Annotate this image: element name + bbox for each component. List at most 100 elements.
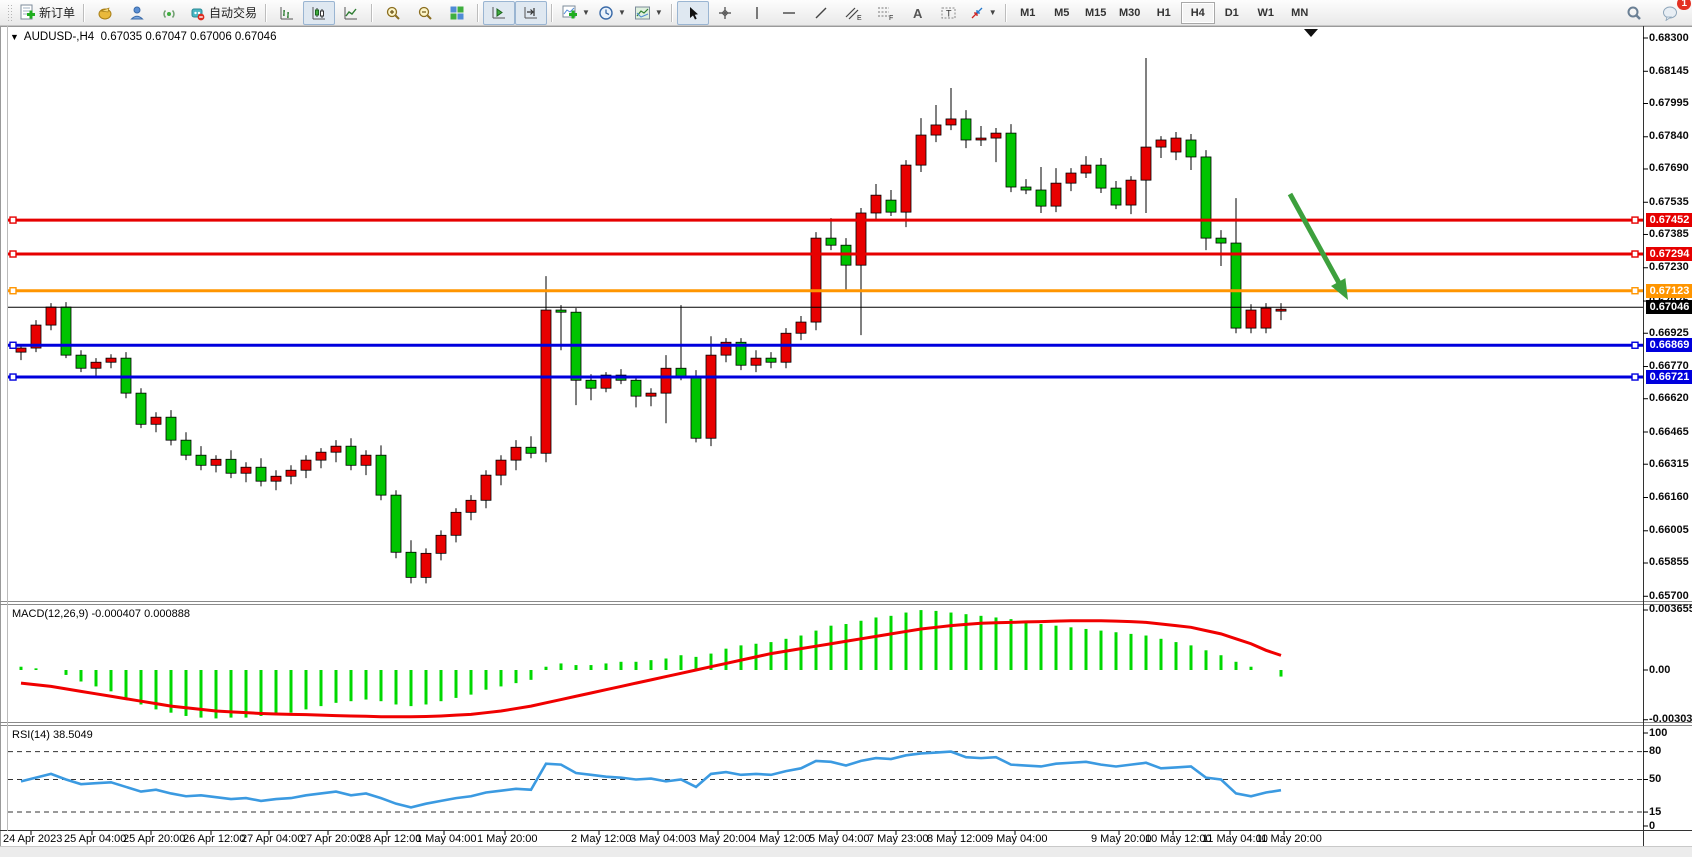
hline-price-badge[interactable]: 0.67123 (1646, 284, 1692, 298)
price-axis-tick: 0.67690 (1649, 162, 1689, 175)
price-axis-tick: 0.67385 (1649, 228, 1689, 241)
trendline-button[interactable] (805, 1, 837, 25)
collapse-triangle-icon[interactable]: ▼ (10, 32, 19, 42)
time-axis-label: 1 May 20:00 (477, 833, 538, 845)
price-axis-tick: 0.66160 (1649, 491, 1689, 504)
timeframe-m1[interactable]: M1 (1011, 2, 1045, 24)
timeframe-mn[interactable]: MN (1283, 2, 1317, 24)
time-axis-label: 3 May 04:00 (630, 833, 691, 845)
arrows-button[interactable]: ▼ (965, 1, 1001, 25)
time-axis-label: 9 May 20:00 (1091, 833, 1152, 845)
macd-axis-tick: 0.003655 (1649, 603, 1692, 616)
gold-badge-button[interactable] (89, 1, 121, 25)
current-price-badge: 0.67046 (1646, 300, 1692, 314)
rsi-axis-tick: 100 (1649, 727, 1667, 740)
line-chart-button[interactable] (335, 1, 367, 25)
new-order-button[interactable]: 新订单 (15, 1, 79, 25)
price-axis-tick: 0.68145 (1649, 65, 1689, 78)
rsi-label: RSI(14) 38.5049 (12, 729, 93, 741)
tile-windows-button[interactable] (441, 1, 473, 25)
chart-canvas[interactable] (0, 26, 1692, 846)
rsi-axis-tick: 15 (1649, 806, 1661, 819)
chevron-down-icon[interactable]: ▼ (655, 8, 663, 17)
svg-text:A: A (913, 6, 923, 21)
fibonacci-button[interactable]: F (869, 1, 901, 25)
price-axis-tick: 0.66005 (1649, 524, 1689, 537)
timeframe-m15[interactable]: M15 (1079, 2, 1113, 24)
notifications-button[interactable]: 1 (1654, 1, 1686, 25)
timeframe-m30[interactable]: M30 (1113, 2, 1147, 24)
time-axis-label: 7 May 23:00 (868, 833, 929, 845)
hline-price-badge[interactable]: 0.66869 (1646, 338, 1692, 352)
toolbar-right: 1 (1618, 1, 1686, 25)
text-button[interactable]: A (901, 1, 933, 25)
mt-terminal: 新订单 自动交易 ▼ ▼ ▼ E F A T ▼ M1M5M15M30H1H4D1W1MN 1 ▼… (0, 0, 1692, 857)
price-axis-tick: 0.67535 (1649, 196, 1689, 209)
toolbar-separator (551, 4, 553, 22)
new-order-button-label: 新订单 (39, 4, 75, 21)
time-axis-label: 27 Apr 20:00 (300, 833, 362, 845)
toolbar-buttons: 新订单 自动交易 ▼ ▼ ▼ E F A T ▼ (15, 1, 1011, 25)
time-axis-label: 26 Apr 12:00 (183, 833, 245, 845)
toolbar-separator (1005, 4, 1007, 22)
price-axis-tick: 0.67840 (1649, 130, 1689, 143)
zoom-in-button[interactable] (377, 1, 409, 25)
price-axis-tick: 0.66620 (1649, 392, 1689, 405)
time-axis-label: 1 May 04:00 (416, 833, 477, 845)
notification-badge: 1 (1677, 0, 1691, 10)
rsi-axis-tick: 0 (1649, 820, 1655, 833)
chevron-down-icon[interactable]: ▼ (989, 8, 997, 17)
indicators-button[interactable]: ▼ (557, 1, 594, 25)
timeframe-m5[interactable]: M5 (1045, 2, 1079, 24)
symbol-period: AUDUSD-,H4 (24, 31, 94, 43)
crosshair-button[interactable] (709, 1, 741, 25)
templates-button[interactable]: ▼ (630, 1, 667, 25)
rsi-value: 38.5049 (53, 729, 93, 741)
broadcast-button[interactable] (153, 1, 185, 25)
svg-text:F: F (889, 15, 893, 21)
cursor-button[interactable] (677, 1, 709, 25)
time-axis-label: 8 May 12:00 (927, 833, 988, 845)
community-button[interactable] (121, 1, 153, 25)
zoom-out-button[interactable] (409, 1, 441, 25)
timeframe-w1[interactable]: W1 (1249, 2, 1283, 24)
bar-chart-button[interactable] (271, 1, 303, 25)
chevron-down-icon[interactable]: ▼ (582, 8, 590, 17)
timeframe-toolbar: M1M5M15M30H1H4D1W1MN (1011, 2, 1317, 24)
algo-trading-button[interactable]: 自动交易 (185, 1, 261, 25)
toolbar-separator (477, 4, 479, 22)
timeframe-h4[interactable]: H4 (1181, 2, 1215, 24)
chart-title: ▼AUDUSD-,H4 0.67035 0.67047 0.67006 0.67… (10, 31, 276, 43)
window-bottom-edge (0, 846, 1692, 857)
candlestick-button[interactable] (303, 1, 335, 25)
price-axis-tick: 0.68300 (1649, 32, 1689, 45)
channel-button[interactable]: E (837, 1, 869, 25)
periods-button[interactable]: ▼ (594, 1, 630, 25)
price-axis-tick: 0.65700 (1649, 590, 1689, 603)
label-button[interactable]: T (933, 1, 965, 25)
time-axis-label: 28 Apr 12:00 (359, 833, 421, 845)
auto-scroll-button[interactable] (483, 1, 515, 25)
timeframe-d1[interactable]: D1 (1215, 2, 1249, 24)
chart-shift-button[interactable] (515, 1, 547, 25)
svg-text:T: T (946, 8, 952, 18)
algo-trading-button-label: 自动交易 (209, 4, 257, 21)
timeframe-h1[interactable]: H1 (1147, 2, 1181, 24)
hline-price-badge[interactable]: 0.67452 (1646, 213, 1692, 227)
vertical-line-button[interactable] (741, 1, 773, 25)
price-axis-tick: 0.65855 (1649, 556, 1689, 569)
macd-label: MACD(12,26,9) -0.000407 0.000888 (12, 608, 190, 620)
price-axis-tick: 0.66315 (1649, 458, 1689, 471)
search-button[interactable] (1618, 1, 1650, 25)
time-axis-label: 9 May 04:00 (987, 833, 1048, 845)
chevron-down-icon[interactable]: ▼ (618, 8, 626, 17)
toolbar-separator (371, 4, 373, 22)
toolbar-separator (671, 4, 673, 22)
horizontal-line-button[interactable] (773, 1, 805, 25)
time-marker-icon (1304, 29, 1318, 37)
macd-values: -0.000407 0.000888 (91, 608, 189, 620)
macd-axis-tick: 0.00 (1649, 664, 1670, 677)
hline-price-badge[interactable]: 0.67294 (1646, 247, 1692, 261)
hline-price-badge[interactable]: 0.66721 (1646, 370, 1692, 384)
toolbar-grip[interactable] (7, 4, 12, 22)
